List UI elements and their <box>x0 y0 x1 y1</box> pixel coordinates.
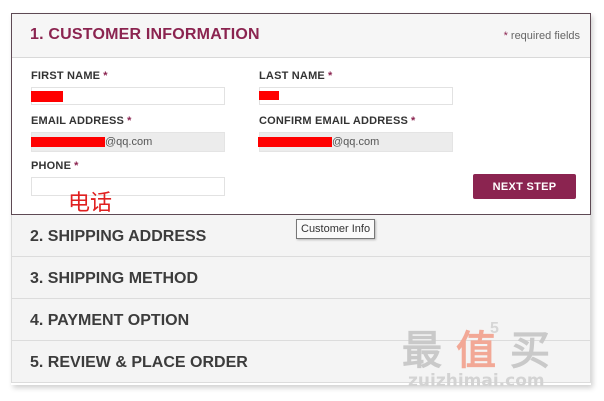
shipping-method-section[interactable]: 3. SHIPPING METHOD <box>11 257 591 299</box>
email-label: EMAIL ADDRESS * <box>31 115 132 127</box>
redacted-value <box>31 137 105 147</box>
watermark-char: 值 <box>456 328 510 374</box>
section-title: 4. PAYMENT OPTION <box>30 312 190 329</box>
required-fields-note: * required fields <box>504 30 580 42</box>
phone-label: PHONE * <box>31 160 79 172</box>
watermark-number: 5 <box>490 320 499 337</box>
first-name-label: FIRST NAME * <box>31 70 108 82</box>
redacted-value <box>31 91 63 102</box>
section-title: 2. SHIPPING ADDRESS <box>30 228 207 245</box>
watermark-logo: 最值买 5 zuizhimai.com <box>394 318 589 398</box>
section-title: 1. CUSTOMER INFORMATION <box>30 26 260 43</box>
confirm-email-label-text: CONFIRM EMAIL ADDRESS <box>259 115 409 127</box>
required-star: * <box>327 70 333 82</box>
last-name-label-text: LAST NAME <box>259 70 325 82</box>
confirm-email-input[interactable]: @qq.com <box>258 132 453 152</box>
required-star: * <box>503 30 508 42</box>
required-star: * <box>103 70 108 82</box>
last-name-label: LAST NAME * <box>259 70 332 82</box>
next-step-button[interactable]: NEXT STEP <box>473 174 576 199</box>
confirm-email-domain: @qq.com <box>332 136 380 148</box>
confirm-email-label: CONFIRM EMAIL ADDRESS * <box>259 115 416 127</box>
email-domain: @qq.com <box>105 136 153 148</box>
required-star: * <box>411 115 416 127</box>
watermark-char: 最 <box>402 328 456 374</box>
redacted-value <box>259 91 279 100</box>
redacted-value <box>258 137 332 147</box>
section-title: 3. SHIPPING METHOD <box>30 270 199 287</box>
required-star: * <box>74 160 79 172</box>
watermark-domain: zuizhimai.com <box>408 371 545 391</box>
first-name-input[interactable] <box>31 87 225 105</box>
phone-label-text: PHONE <box>31 160 72 172</box>
last-name-input[interactable] <box>259 87 453 105</box>
watermark-hanzi: 最值买 <box>402 318 564 376</box>
section-title: 5. REVIEW & PLACE ORDER <box>30 354 248 371</box>
first-name-label-text: FIRST NAME <box>31 70 101 82</box>
required-fields-text: required fields <box>510 30 580 42</box>
phone-annotation: 电话 <box>68 191 113 216</box>
email-label-text: EMAIL ADDRESS <box>31 115 125 127</box>
customer-info-tooltip: Customer Info <box>296 219 376 239</box>
required-star: * <box>127 115 132 127</box>
email-input[interactable]: @qq.com <box>31 132 225 152</box>
watermark-char: 买 <box>510 328 564 374</box>
phone-input[interactable] <box>31 177 225 196</box>
section-header[interactable]: 1. CUSTOMER INFORMATION * required field… <box>12 14 590 58</box>
